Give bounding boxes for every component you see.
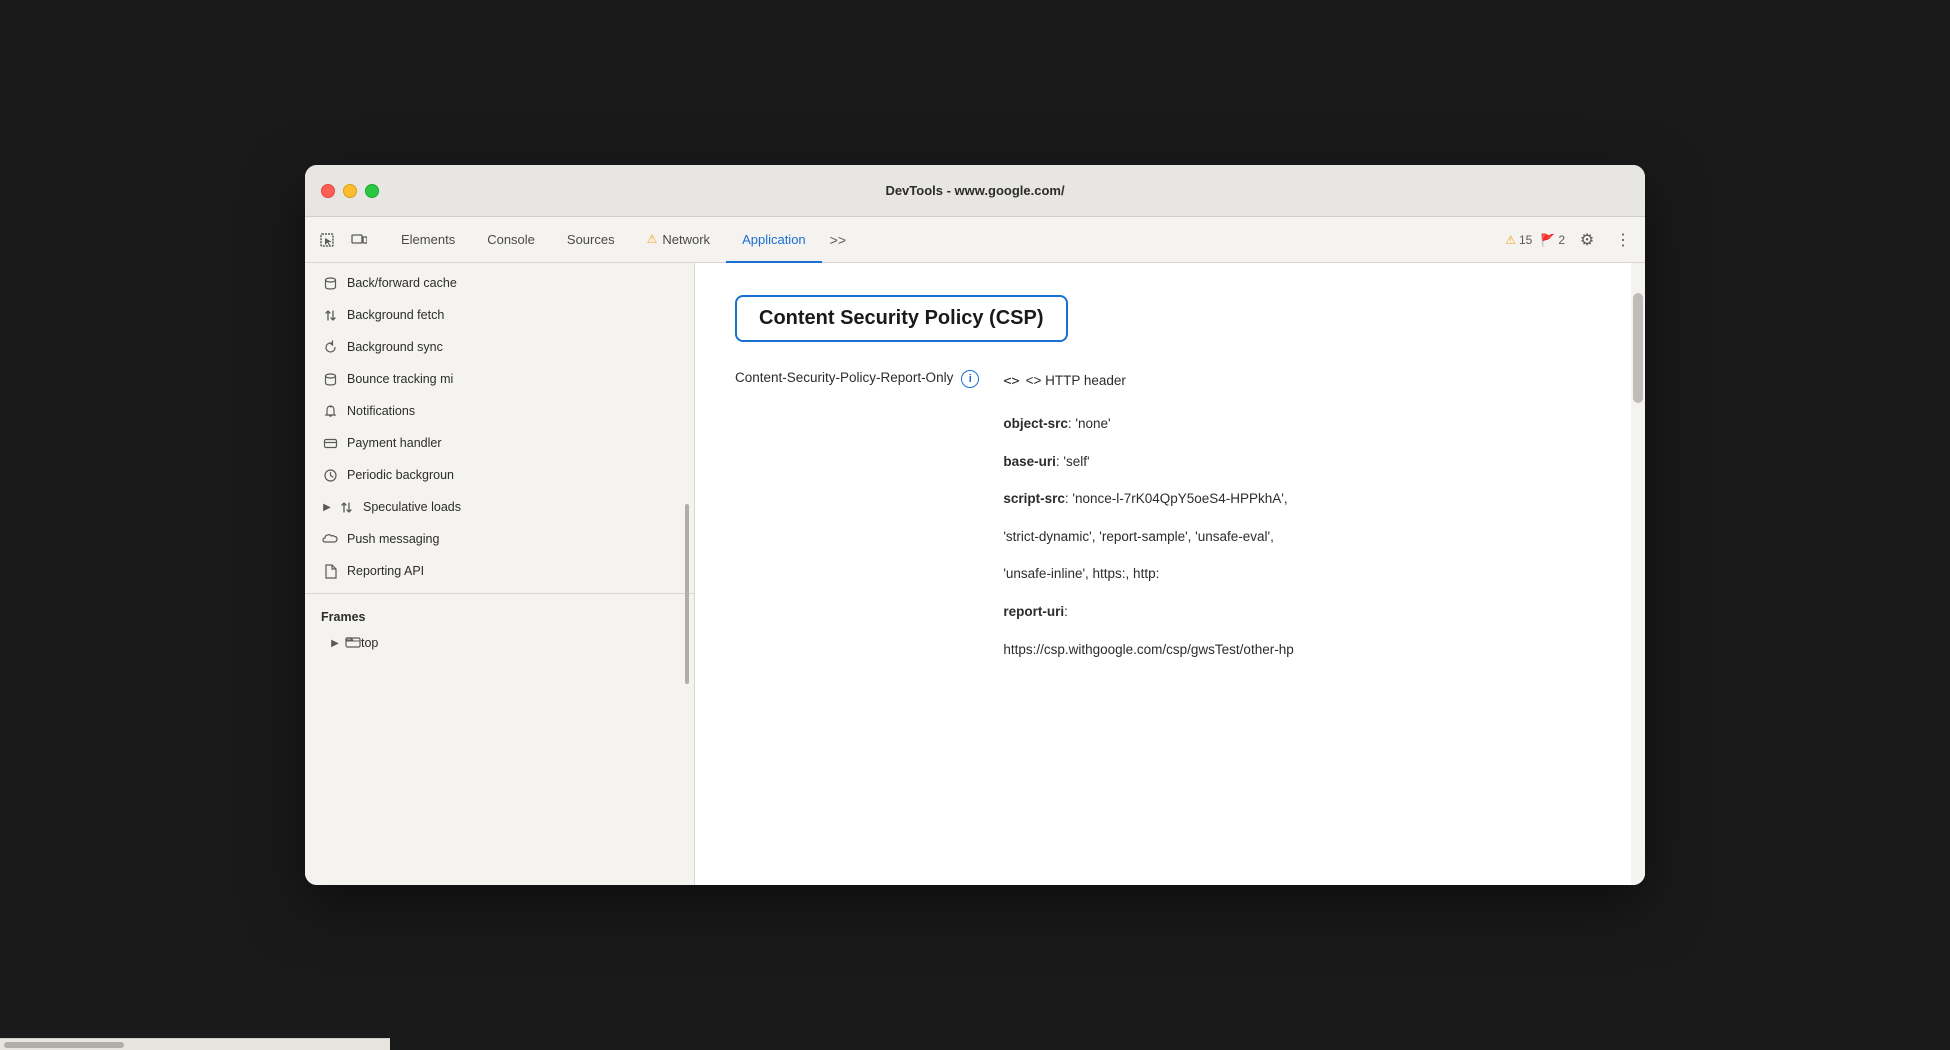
more-tabs-button[interactable]: >>: [822, 217, 854, 263]
error-icon: 🚩: [1540, 233, 1555, 247]
background-fetch-label: Background fetch: [347, 308, 444, 322]
frames-expand-icon: ▶: [329, 637, 341, 649]
main-content: Back/forward cache Background fetch: [305, 263, 1645, 885]
tab-network[interactable]: ⚠ Network: [631, 217, 726, 263]
expand-arrow-icon: ▶: [321, 501, 333, 513]
bounce-tracking-label: Bounce tracking mi: [347, 372, 453, 386]
background-sync-label: Background sync: [347, 340, 443, 354]
tab-elements[interactable]: Elements: [385, 217, 471, 263]
csp-policy-label: Content-Security-Policy-Report-Only: [735, 370, 953, 385]
back-forward-cache-label: Back/forward cache: [347, 276, 457, 290]
cursor-icon: [319, 232, 335, 248]
periodic-background-label: Periodic backgroun: [347, 468, 454, 482]
notifications-label: Notifications: [347, 404, 415, 418]
sidebar: Back/forward cache Background fetch: [305, 263, 695, 885]
payment-handler-label: Payment handler: [347, 436, 442, 450]
frames-section-header: Frames: [305, 600, 694, 628]
error-badge[interactable]: 🚩 2: [1540, 233, 1565, 247]
tab-console[interactable]: Console: [471, 217, 551, 263]
toolbar-icons: [313, 226, 373, 254]
sidebar-item-background-fetch[interactable]: Background fetch: [305, 299, 694, 331]
policy-strict-dynamic: 'strict-dynamic', 'report-sample', 'unsa…: [1003, 526, 1293, 548]
sidebar-item-push-messaging[interactable]: Push messaging: [305, 523, 694, 555]
payment-icon: [321, 434, 339, 452]
policy-object-src: object-src: 'none': [1003, 413, 1293, 435]
titlebar: DevTools - www.google.com/: [305, 165, 1645, 217]
toolbar-right: ⚠ 15 🚩 2 ⚙ ⋮: [1505, 226, 1637, 254]
cylinder-icon: [321, 274, 339, 292]
sidebar-item-back-forward-cache[interactable]: Back/forward cache: [305, 267, 694, 299]
content-panel: Content Security Policy (CSP) Content-Se…: [695, 263, 1645, 885]
policy-script-src: script-src: 'nonce-l-7rK04QpY5oeS4-HPPkh…: [1003, 488, 1293, 510]
more-icon: ⋮: [1615, 230, 1631, 250]
speculative-loads-label: Speculative loads: [363, 500, 461, 514]
settings-button[interactable]: ⚙: [1573, 226, 1601, 254]
policy-report-uri-value: https://csp.withgoogle.com/csp/gwsTest/o…: [1003, 639, 1293, 661]
maximize-button[interactable]: [365, 184, 379, 198]
arrows-up-down-icon: [321, 306, 339, 324]
folder-icon: [345, 635, 361, 651]
tab-application[interactable]: Application: [726, 217, 822, 263]
http-header-line: <> <> HTTP header: [1003, 370, 1293, 393]
inspect-element-button[interactable]: [313, 226, 341, 254]
bell-icon: [321, 402, 339, 420]
devtools-window: DevTools - www.google.com/ Elements Cons…: [305, 165, 1645, 885]
more-options-button[interactable]: ⋮: [1609, 226, 1637, 254]
sidebar-item-reporting-api[interactable]: Reporting API: [305, 555, 694, 587]
sidebar-item-bounce-tracking[interactable]: Bounce tracking mi: [305, 363, 694, 395]
tab-sources[interactable]: Sources: [551, 217, 631, 263]
code-brackets-icon: <>: [1003, 370, 1019, 393]
sidebar-item-periodic-background[interactable]: Periodic backgroun: [305, 459, 694, 491]
sidebar-item-payment-handler[interactable]: Payment handler: [305, 427, 694, 459]
speculative-icon: [337, 498, 355, 516]
frames-top-label: top: [361, 636, 378, 650]
reporting-api-label: Reporting API: [347, 564, 424, 578]
warning-badge[interactable]: ⚠ 15: [1505, 233, 1532, 247]
sidebar-item-speculative-loads[interactable]: ▶ Speculative loads: [305, 491, 694, 523]
sidebar-item-background-sync[interactable]: Background sync: [305, 331, 694, 363]
file-icon: [321, 562, 339, 580]
sync-icon: [321, 338, 339, 356]
csp-policy-row: Content-Security-Policy-Report-Only i <>…: [735, 370, 1605, 676]
sidebar-divider: [305, 593, 694, 594]
sidebar-item-frames-top[interactable]: ▶ top: [305, 628, 694, 658]
policy-base-uri: base-uri: 'self': [1003, 451, 1293, 473]
csp-title-box: Content Security Policy (CSP): [735, 295, 1068, 342]
csp-title: Content Security Policy (CSP): [759, 307, 1044, 329]
clock-icon: [321, 466, 339, 484]
window-title: DevTools - www.google.com/: [885, 183, 1064, 198]
traffic-lights: [321, 184, 379, 198]
info-icon[interactable]: i: [961, 370, 979, 388]
bounce-tracking-icon: [321, 370, 339, 388]
close-button[interactable]: [321, 184, 335, 198]
network-warning-icon: ⚠: [647, 232, 658, 246]
cloud-icon: [321, 530, 339, 548]
device-icon: [351, 232, 367, 248]
gear-icon: ⚙: [1580, 230, 1594, 250]
warning-icon: ⚠: [1505, 233, 1516, 247]
sidebar-item-notifications[interactable]: Notifications: [305, 395, 694, 427]
csp-value-block: <> <> HTTP header object-src: 'none' bas…: [1003, 370, 1293, 676]
policy-unsafe-inline: 'unsafe-inline', https:, http:: [1003, 563, 1293, 585]
policy-report-uri-label: report-uri:: [1003, 601, 1293, 623]
minimize-button[interactable]: [343, 184, 357, 198]
device-toggle-button[interactable]: [345, 226, 373, 254]
toolbar: Elements Console Sources ⚠ Network Appli…: [305, 217, 1645, 263]
push-messaging-label: Push messaging: [347, 532, 439, 546]
